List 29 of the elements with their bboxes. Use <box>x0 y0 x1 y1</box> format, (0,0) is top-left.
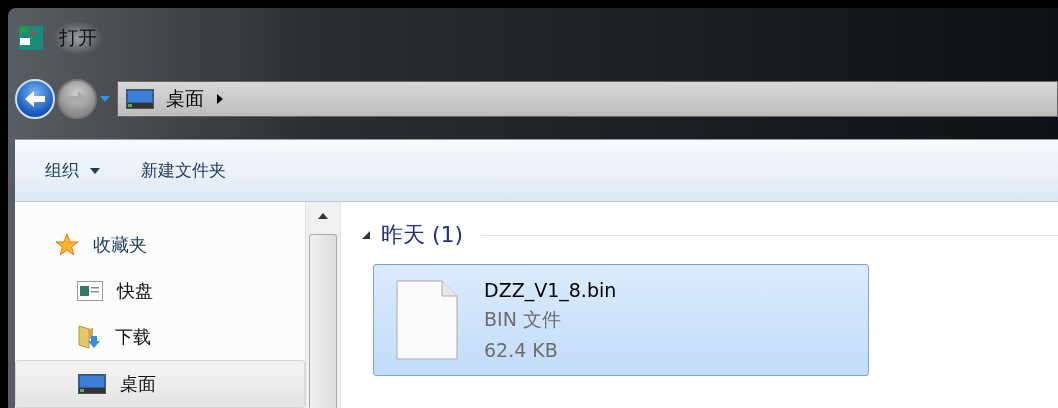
scrollbar-thumb[interactable] <box>309 234 337 408</box>
sidebar-item[interactable]: 收藏夹 <box>15 222 305 268</box>
star-icon <box>55 233 79 257</box>
back-button[interactable] <box>15 79 55 120</box>
organize-menu[interactable]: 组织 <box>45 159 101 182</box>
back-arrow-icon <box>24 90 46 109</box>
download-folder-icon <box>77 324 101 350</box>
new-folder-button[interactable]: 新建文件夹 <box>141 159 226 182</box>
file-size: 62.4 KB <box>484 339 559 361</box>
caret-icon <box>89 166 101 175</box>
window-title: 打开 <box>53 20 103 55</box>
address-bar[interactable]: 桌面 <box>117 81 1058 118</box>
group-header: 昨天 (1) <box>381 221 464 249</box>
file-name: DZZ_V1_8.bin <box>484 279 617 301</box>
desktop-icon <box>78 374 106 394</box>
collapse-triangle-icon[interactable] <box>361 230 371 240</box>
breadcrumb-arrow-icon[interactable] <box>216 93 224 106</box>
app-icon <box>19 25 43 50</box>
history-dropdown-icon[interactable] <box>99 95 111 104</box>
forward-button[interactable] <box>57 79 97 120</box>
sidebar-item[interactable]: 下载 <box>15 314 305 360</box>
document-icon <box>396 280 458 360</box>
sidebar-item[interactable]: 桌面 <box>15 360 305 408</box>
file-item[interactable]: DZZ_V1_8.bin BIN 文件 62.4 KB <box>373 264 869 376</box>
desktop-icon <box>126 89 154 110</box>
window-icon <box>77 281 103 301</box>
file-type: BIN 文件 <box>484 307 562 332</box>
scroll-up-icon[interactable] <box>317 212 329 220</box>
sidebar-item[interactable]: 快盘 <box>15 268 305 314</box>
